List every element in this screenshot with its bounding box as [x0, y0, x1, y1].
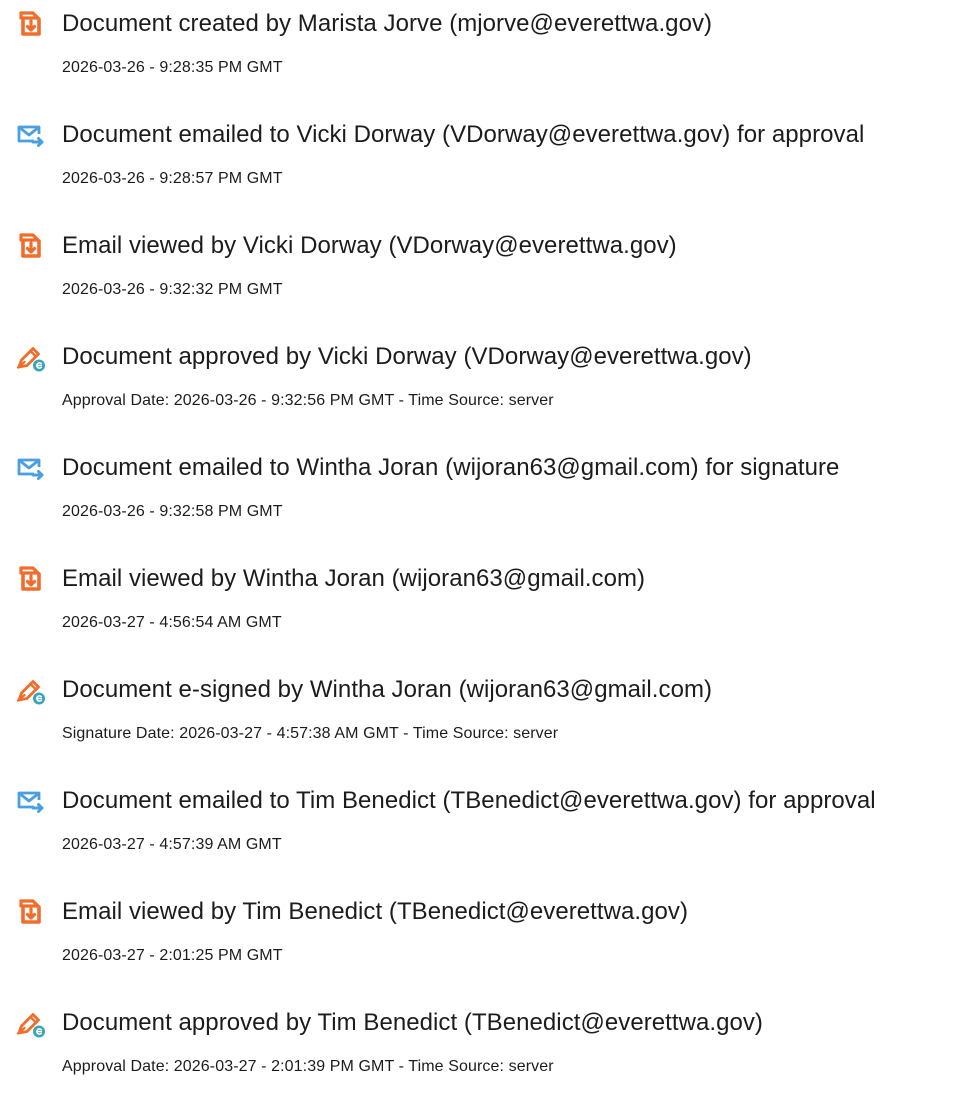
event-title: Email viewed by Wintha Joran (wijoran63@… — [62, 565, 646, 592]
audit-event: Document approved by Vicki Dorway (VDorw… — [0, 333, 963, 413]
audit-trail: Document created by Marista Jorve (mjorv… — [0, 0, 963, 1109]
event-title: Document emailed to Wintha Joran (wijora… — [62, 454, 840, 481]
document-arrow-icon — [14, 230, 46, 262]
event-timestamp: Approval Date: 2026-03-26 - 9:32:56 PM G… — [62, 392, 554, 409]
event-timestamp: Approval Date: 2026-03-27 - 2:01:39 PM G… — [62, 1058, 554, 1075]
audit-event: Document emailed to Wintha Joran (wijora… — [0, 444, 963, 524]
document-arrow-icon — [14, 8, 46, 40]
document-arrow-icon — [14, 896, 46, 928]
email-send-icon — [14, 785, 46, 817]
pen-sign-icon — [14, 341, 46, 373]
audit-event: Email viewed by Tim Benedict (TBenedict@… — [0, 888, 963, 968]
pen-sign-icon — [14, 1007, 46, 1039]
event-timestamp: 2026-03-27 - 2:01:25 PM GMT — [62, 947, 283, 964]
event-title: Document approved by Vicki Dorway (VDorw… — [62, 343, 752, 370]
event-title: Document e-signed by Wintha Joran (wijor… — [62, 676, 713, 703]
event-title: Email viewed by Tim Benedict (TBenedict@… — [62, 898, 688, 925]
event-timestamp: 2026-03-26 - 9:32:32 PM GMT — [62, 281, 283, 298]
event-title: Document created by Marista Jorve (mjorv… — [62, 10, 713, 37]
pen-sign-icon — [14, 674, 46, 706]
event-timestamp: 2026-03-26 - 9:28:57 PM GMT — [62, 170, 283, 187]
event-title: Document approved by Tim Benedict (TBene… — [62, 1009, 763, 1036]
document-arrow-icon — [14, 563, 46, 595]
audit-event: Document e-signed by Wintha Joran (wijor… — [0, 666, 963, 746]
audit-event: Email viewed by Vicki Dorway (VDorway@ev… — [0, 222, 963, 302]
event-title: Email viewed by Vicki Dorway (VDorway@ev… — [62, 232, 677, 259]
email-send-icon — [14, 119, 46, 151]
audit-event: Email viewed by Wintha Joran (wijoran63@… — [0, 555, 963, 635]
audit-event: Document approved by Tim Benedict (TBene… — [0, 999, 963, 1079]
audit-event: Document emailed to Tim Benedict (TBened… — [0, 777, 963, 857]
event-timestamp: 2026-03-26 - 9:32:58 PM GMT — [62, 503, 283, 520]
event-title: Document emailed to Tim Benedict (TBened… — [62, 787, 876, 814]
event-timestamp: 2026-03-26 - 9:28:35 PM GMT — [62, 59, 283, 76]
event-timestamp: 2026-03-27 - 4:57:39 AM GMT — [62, 836, 282, 853]
event-title: Document emailed to Vicki Dorway (VDorwa… — [62, 121, 865, 148]
audit-event: Document emailed to Vicki Dorway (VDorwa… — [0, 111, 963, 191]
event-timestamp: 2026-03-27 - 4:56:54 AM GMT — [62, 614, 282, 631]
audit-event: Document created by Marista Jorve (mjorv… — [0, 0, 963, 80]
email-send-icon — [14, 452, 46, 484]
event-timestamp: Signature Date: 2026-03-27 - 4:57:38 AM … — [62, 725, 559, 742]
